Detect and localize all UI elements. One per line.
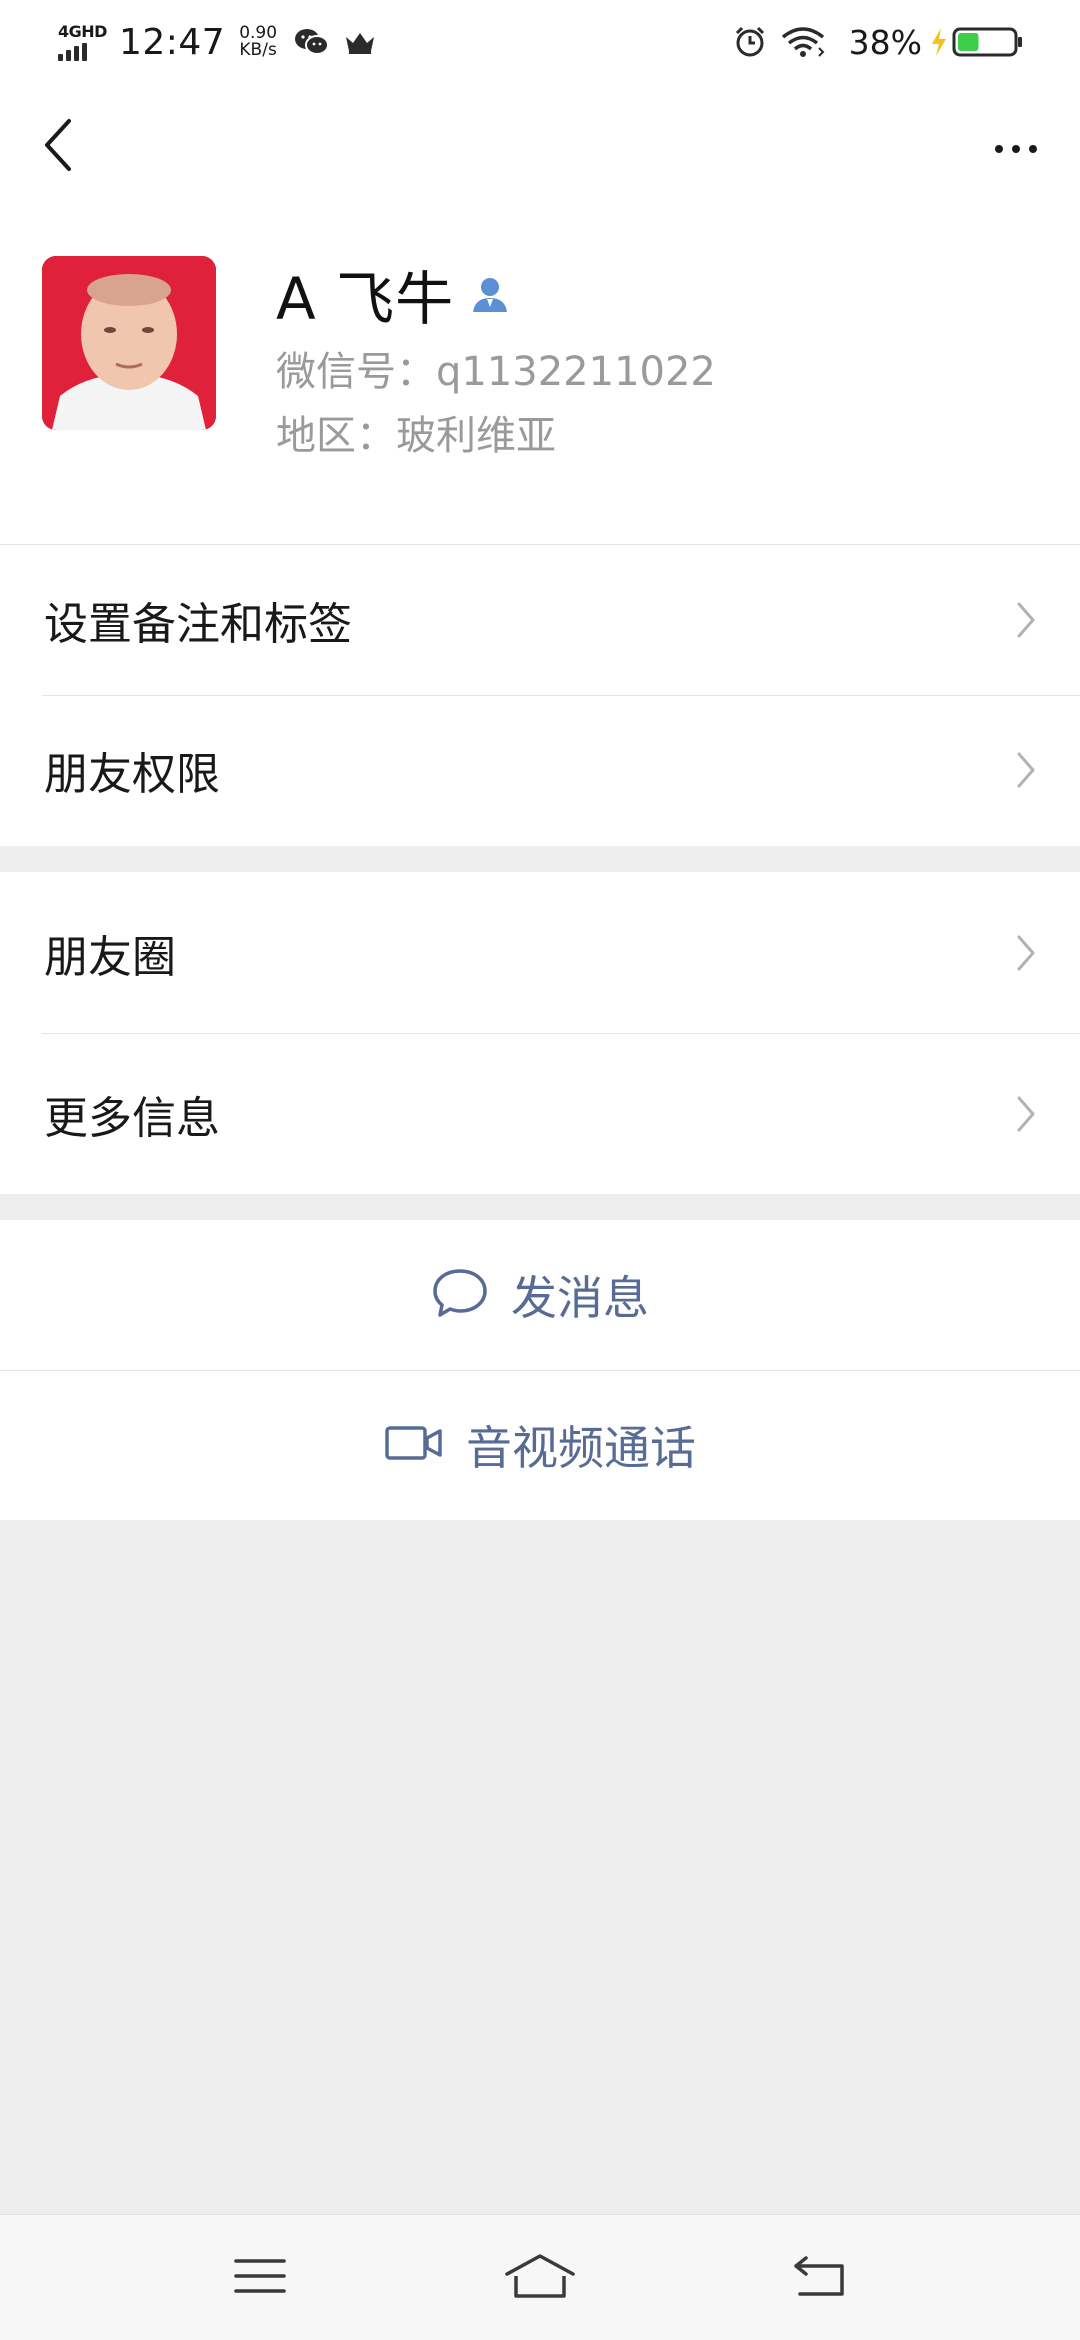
network-speed-unit: KB/s <box>239 40 277 60</box>
contact-name: A 飞牛 <box>276 265 455 333</box>
menu-icon <box>233 2256 287 2300</box>
chevron-right-icon <box>1016 601 1036 639</box>
back-button[interactable] <box>28 114 88 180</box>
send-message-button[interactable]: 发消息 <box>0 1220 1080 1370</box>
info-group: 朋友圈 更多信息 <box>0 872 1080 1194</box>
wechat-icon <box>293 26 330 58</box>
actions-group: 发消息 音视频通话 <box>0 1220 1080 1520</box>
home-button[interactable] <box>490 2238 590 2318</box>
send-message-label: 发消息 <box>511 1271 649 1325</box>
network-speed: 0.90 KB/s <box>239 25 277 59</box>
battery-icon <box>952 26 1024 58</box>
chat-bubble-icon <box>431 1267 489 1323</box>
more-dot <box>995 145 1003 153</box>
wifi-icon <box>781 26 825 58</box>
contact-person-icon <box>470 274 510 314</box>
home-icon <box>504 2252 576 2304</box>
system-nav-bar <box>0 2214 1080 2340</box>
chevron-right-icon <box>1016 1095 1036 1133</box>
moments-label: 朋友圈 <box>44 931 176 983</box>
signal-icon <box>58 42 87 61</box>
profile-info: A 飞牛 微信号：q1132211022 地区：玻利维亚 <box>276 254 716 460</box>
friend-permissions-label: 朋友权限 <box>44 749 220 800</box>
status-bar-left: 4GHD 12:47 0.90 KB/s <box>58 22 391 63</box>
top-nav <box>0 84 1080 214</box>
chevron-right-icon <box>1016 934 1036 972</box>
settings-group: 设置备注和标签 朋友权限 <box>0 544 1080 846</box>
more-dot <box>1012 145 1020 153</box>
more-button[interactable] <box>976 124 1056 174</box>
menu-button[interactable] <box>210 2238 310 2318</box>
back-nav-button[interactable] <box>770 2238 870 2318</box>
video-call-button[interactable]: 音视频通话 <box>0 1370 1080 1520</box>
video-call-label: 音视频通话 <box>466 1421 696 1475</box>
crown-icon <box>343 29 377 55</box>
status-bar: 4GHD 12:47 0.90 KB/s 38% <box>0 0 1080 84</box>
chevron-left-icon <box>43 118 73 176</box>
more-dot <box>1029 145 1037 153</box>
alarm-icon <box>733 25 767 59</box>
avatar[interactable] <box>42 256 216 430</box>
network-indicator: 4GHD <box>58 21 107 61</box>
status-bar-right: 38% <box>733 23 1024 62</box>
battery-percent: 38% <box>848 22 922 62</box>
profile-header: A 飞牛 微信号：q1132211022 地区：玻利维亚 <box>0 214 1080 544</box>
name-row: A 飞牛 <box>276 254 716 334</box>
network-type: 4GHD <box>58 21 107 41</box>
more-info-row[interactable]: 更多信息 <box>0 1033 1080 1194</box>
back-icon <box>792 2254 848 2302</box>
moments-row[interactable]: 朋友圈 <box>0 872 1080 1033</box>
friend-permissions-row[interactable]: 朋友权限 <box>0 695 1080 845</box>
clock: 12:47 <box>118 21 226 63</box>
set-remark-tags-label: 设置备注和标签 <box>44 599 352 650</box>
region: 地区：玻利维亚 <box>276 413 556 459</box>
set-remark-tags-row[interactable]: 设置备注和标签 <box>0 545 1080 695</box>
chevron-right-icon <box>1016 751 1036 789</box>
video-camera-icon <box>384 1423 444 1467</box>
wechat-id: 微信号：q1132211022 <box>276 349 716 395</box>
more-info-label: 更多信息 <box>44 1092 220 1144</box>
charging-icon <box>930 27 948 57</box>
